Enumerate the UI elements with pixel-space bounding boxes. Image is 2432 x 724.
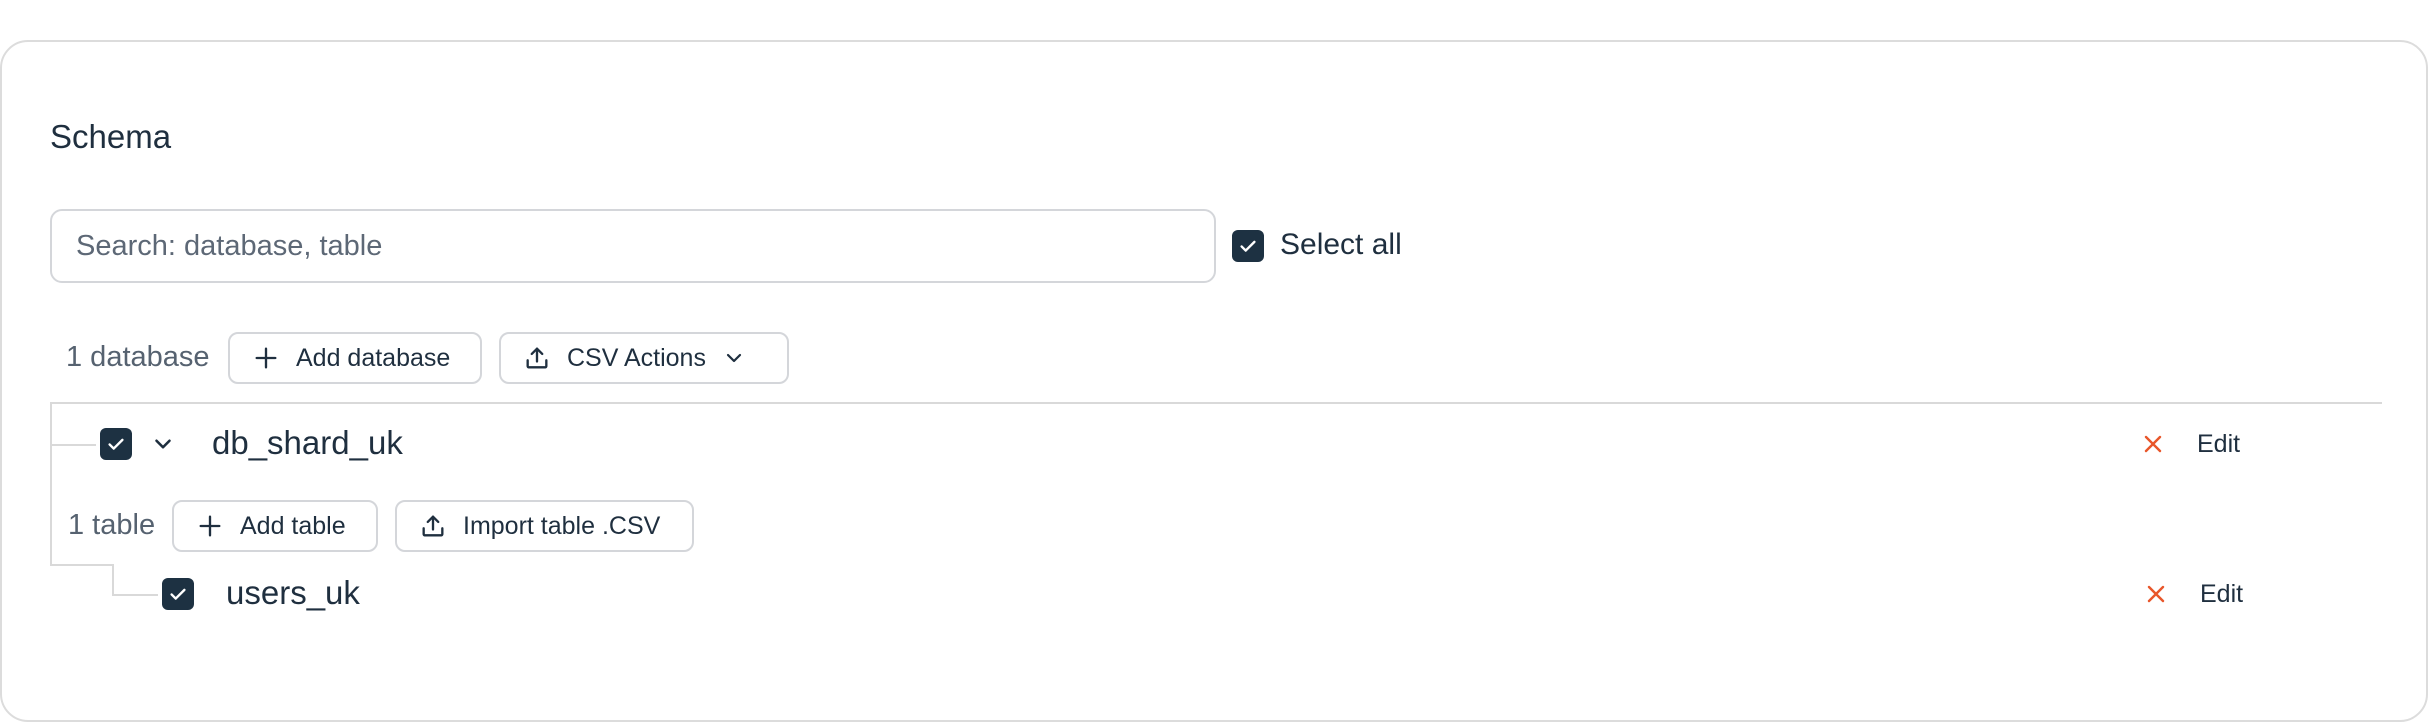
delete-database-button[interactable] — [2141, 432, 2165, 456]
upload-icon — [419, 512, 447, 540]
add-table-button[interactable]: Add table — [172, 500, 378, 552]
search-input[interactable] — [50, 209, 1216, 283]
table-checkbox[interactable] — [162, 578, 194, 610]
check-icon — [167, 583, 189, 605]
select-all-checkbox[interactable] — [1232, 230, 1264, 262]
chevron-down-icon — [722, 346, 746, 370]
page-title: Schema — [50, 118, 172, 155]
tree-branch-table — [112, 594, 158, 596]
plus-icon — [252, 344, 280, 372]
delete-table-button[interactable] — [2144, 582, 2168, 606]
csv-actions-button[interactable]: CSV Actions — [499, 332, 789, 384]
expand-toggle[interactable] — [150, 431, 176, 457]
section-divider — [50, 402, 2382, 404]
close-icon — [2144, 582, 2168, 606]
upload-icon — [523, 344, 551, 372]
plus-icon — [196, 512, 224, 540]
database-checkbox[interactable] — [100, 428, 132, 460]
tree-line-root — [50, 402, 52, 566]
tree-line-tables — [112, 564, 114, 594]
databases-count: 1 database — [66, 341, 210, 373]
tables-count: 1 table — [68, 509, 156, 541]
chevron-down-icon — [150, 431, 176, 457]
select-all-label: Select all — [1280, 228, 1402, 261]
tree-branch-table-group — [50, 564, 112, 566]
tree-branch-database — [50, 444, 96, 446]
database-row — [96, 428, 2396, 462]
import-table-label: Import table .CSV — [463, 511, 661, 540]
add-table-label: Add table — [240, 511, 346, 540]
add-database-label: Add database — [296, 343, 451, 372]
import-table-csv-button[interactable]: Import table .CSV — [395, 500, 694, 552]
close-icon — [2141, 432, 2165, 456]
csv-actions-label: CSV Actions — [567, 343, 706, 372]
edit-database-link[interactable]: Edit — [2197, 430, 2240, 459]
check-icon — [105, 433, 127, 455]
table-name: users_uk — [226, 574, 360, 611]
check-icon — [1237, 235, 1259, 257]
add-database-button[interactable]: Add database — [228, 332, 482, 384]
edit-table-link[interactable]: Edit — [2200, 580, 2243, 609]
database-name: db_shard_uk — [212, 424, 403, 461]
